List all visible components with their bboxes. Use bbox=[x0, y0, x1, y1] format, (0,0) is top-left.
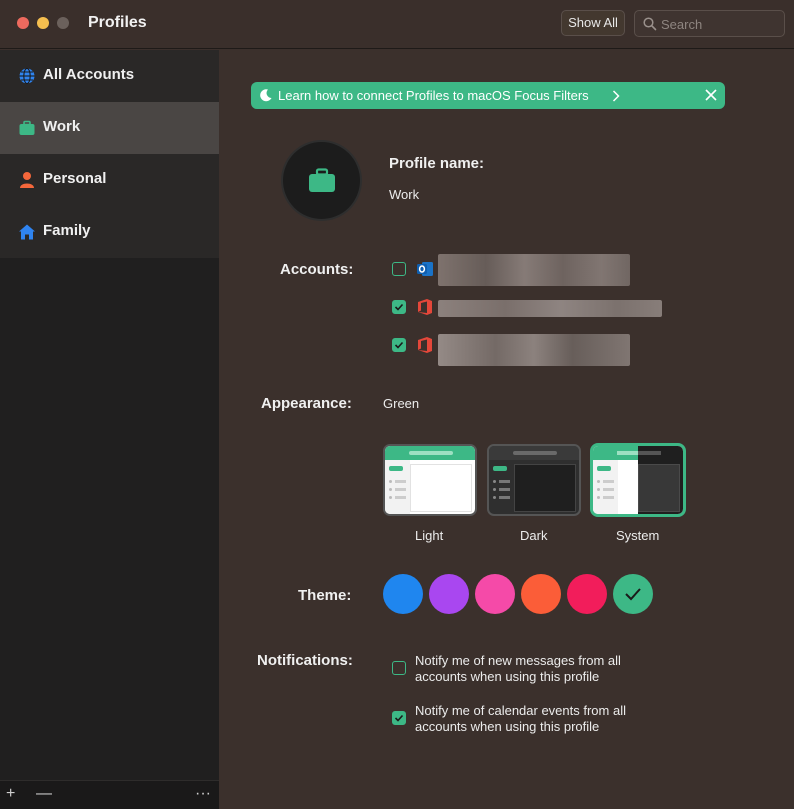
checkmark-icon bbox=[394, 714, 404, 722]
account-email-redacted bbox=[438, 334, 630, 366]
more-options-button[interactable]: ··· bbox=[195, 785, 211, 803]
sidebar-item-personal[interactable]: Personal bbox=[0, 154, 219, 206]
checkmark-icon bbox=[625, 588, 641, 601]
briefcase-icon bbox=[309, 168, 335, 192]
checkmark-icon bbox=[394, 341, 404, 349]
close-window-button[interactable] bbox=[17, 17, 29, 29]
theme-swatch[interactable] bbox=[521, 574, 561, 614]
theme-swatch[interactable] bbox=[567, 574, 607, 614]
theme-swatch[interactable] bbox=[383, 574, 423, 614]
appearance-dark-label: Dark bbox=[520, 528, 548, 543]
sidebar-footer: + — ··· bbox=[0, 780, 219, 809]
sidebar-item-all-accounts[interactable]: All Accounts bbox=[0, 50, 219, 102]
profile-name-label: Profile name: bbox=[389, 155, 485, 172]
account-email-redacted bbox=[438, 300, 662, 317]
theme-label: Theme: bbox=[298, 587, 352, 604]
briefcase-icon bbox=[19, 120, 35, 135]
person-icon bbox=[20, 172, 34, 188]
search-icon bbox=[643, 17, 657, 31]
office-icon bbox=[418, 337, 432, 353]
minimize-window-button[interactable] bbox=[37, 17, 49, 29]
sidebar-item-label: Family bbox=[43, 222, 91, 239]
profile-avatar[interactable] bbox=[281, 140, 362, 221]
search-input[interactable] bbox=[661, 15, 779, 33]
chevron-right-icon bbox=[612, 90, 620, 102]
title-bar: Profiles Show All bbox=[0, 0, 794, 49]
banner-text: Learn how to connect Profiles to macOS F… bbox=[278, 88, 589, 103]
sidebar-item-label: All Accounts bbox=[43, 66, 135, 83]
sidebar-item-label: Personal bbox=[43, 170, 107, 187]
appearance-system-option[interactable] bbox=[591, 444, 685, 516]
add-profile-button[interactable]: + bbox=[6, 785, 15, 803]
office-icon bbox=[418, 299, 432, 315]
remove-profile-button[interactable]: — bbox=[36, 785, 52, 803]
theme-swatch[interactable] bbox=[429, 574, 469, 614]
sidebar-item-family[interactable]: Family bbox=[0, 206, 219, 258]
account-email-redacted bbox=[438, 254, 630, 286]
outlook-icon bbox=[417, 262, 433, 276]
close-icon[interactable] bbox=[704, 88, 718, 102]
window-title: Profiles bbox=[88, 14, 147, 31]
appearance-light-option[interactable] bbox=[383, 444, 477, 516]
moon-icon bbox=[260, 89, 272, 102]
notify-calendar-checkbox[interactable] bbox=[392, 711, 406, 725]
accounts-label: Accounts: bbox=[280, 261, 354, 278]
profile-name-value[interactable]: Work bbox=[389, 187, 419, 202]
theme-swatch[interactable] bbox=[613, 574, 653, 614]
account-checkbox[interactable] bbox=[392, 300, 406, 314]
sidebar-item-label: Work bbox=[43, 118, 81, 135]
sidebar-item-work[interactable]: Work bbox=[0, 102, 219, 154]
appearance-system-label: System bbox=[616, 528, 660, 543]
account-checkbox[interactable] bbox=[392, 338, 406, 352]
appearance-light-label: Light bbox=[415, 528, 444, 543]
sidebar: All Accounts Work Personal Family + — ··… bbox=[0, 50, 219, 809]
globe-icon bbox=[19, 67, 35, 85]
notifications-label: Notifications: bbox=[257, 652, 353, 669]
search-field[interactable] bbox=[634, 10, 785, 37]
account-checkbox[interactable] bbox=[392, 262, 406, 276]
house-icon bbox=[19, 224, 35, 240]
show-all-button[interactable]: Show All bbox=[561, 10, 625, 36]
focus-filters-banner[interactable]: Learn how to connect Profiles to macOS F… bbox=[251, 82, 725, 109]
appearance-label: Appearance: bbox=[261, 395, 352, 412]
theme-swatch[interactable] bbox=[475, 574, 515, 614]
checkmark-icon bbox=[394, 303, 404, 311]
appearance-dark-option[interactable] bbox=[487, 444, 581, 516]
notify-new-messages-checkbox[interactable] bbox=[392, 661, 406, 675]
notify-calendar-text: Notify me of calendar events from all ac… bbox=[415, 703, 626, 734]
notify-new-messages-text: Notify me of new messages from all accou… bbox=[415, 653, 621, 684]
appearance-value: Green bbox=[383, 396, 420, 411]
zoom-window-button[interactable] bbox=[57, 17, 69, 29]
